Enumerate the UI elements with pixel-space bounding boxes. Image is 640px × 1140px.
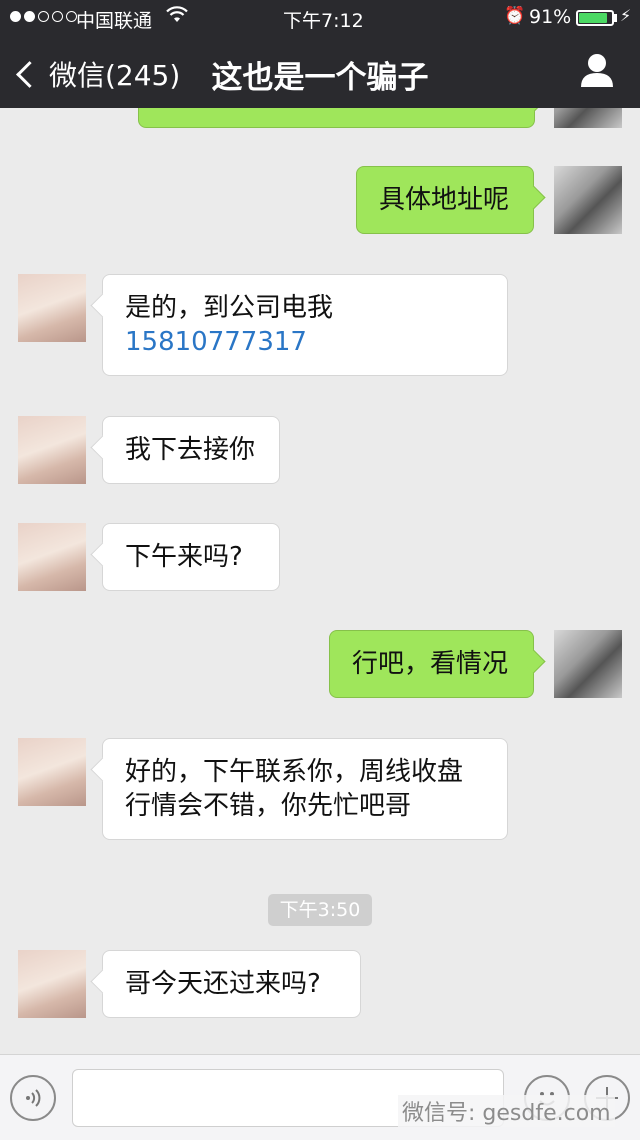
battery-icon (576, 10, 614, 26)
message-bubble[interactable]: 具体地址呢 (356, 166, 534, 234)
avatar[interactable] (18, 738, 86, 806)
message-text-line: 行情会不错，你先忙吧哥 (125, 791, 412, 821)
timestamp-label: 下午3:50 (268, 894, 372, 926)
message-text: 具体地址呢 (379, 185, 510, 215)
charging-icon: ⚡ (620, 6, 632, 25)
avatar[interactable] (18, 950, 86, 1018)
avatar[interactable] (554, 108, 622, 128)
avatar[interactable] (18, 274, 86, 342)
message-bubble[interactable]: 行吧，看情况 (329, 630, 534, 698)
input-bar: 微信号: gesdfe.com (0, 1054, 640, 1140)
message-bubble-partial (138, 108, 535, 128)
voice-icon[interactable] (10, 1075, 56, 1121)
chat-title: 这也是一个骗子 (211, 60, 429, 96)
status-time: 下午7:12 (283, 10, 364, 32)
top-bar: 中国联通 下午7:12 ⏰ 91% ⚡ 微信(245) 这也是一个骗子 (0, 0, 640, 108)
person-icon[interactable] (580, 52, 614, 88)
message-bubble[interactable]: 我下去接你 (102, 416, 280, 484)
signal-strength-icon (10, 11, 77, 22)
message-text: 是的，到公司电我 (125, 293, 334, 323)
message-bubble[interactable]: 下午来吗? (102, 523, 280, 591)
wifi-icon (166, 6, 188, 29)
message-text: 我下去接你 (125, 435, 256, 465)
message-bubble[interactable]: 好的，下午联系你，周线收盘 行情会不错，你先忙吧哥 (102, 738, 508, 840)
carrier-name: 中国联通 (76, 10, 153, 32)
avatar[interactable] (18, 416, 86, 484)
message-bubble[interactable]: 哥今天还过来吗? (102, 950, 361, 1018)
message-text: 哥今天还过来吗? (125, 969, 321, 999)
nav-bar: 微信(245) 这也是一个骗子 (0, 36, 640, 108)
battery-tip (614, 14, 617, 22)
alarm-icon: ⏰ (504, 6, 526, 26)
chat-area[interactable]: 具体地址呢 是的，到公司电我 15810777317 我下去接你 下午来吗? 行… (0, 108, 640, 1054)
watermark-text: 微信号: gesdfe.com (398, 1095, 615, 1127)
message-bubble[interactable]: 是的，到公司电我 15810777317 (102, 274, 508, 376)
message-text: 下午来吗? (125, 542, 243, 572)
avatar[interactable] (554, 166, 622, 234)
avatar[interactable] (554, 630, 622, 698)
avatar[interactable] (18, 523, 86, 591)
message-text: 行吧，看情况 (352, 649, 509, 679)
status-bar: 中国联通 下午7:12 ⏰ 91% ⚡ (0, 0, 640, 36)
message-text-line: 好的，下午联系你，周线收盘 (125, 757, 464, 787)
phone-number-link[interactable]: 15810777317 (125, 325, 485, 359)
battery-percent: 91% (529, 6, 572, 28)
